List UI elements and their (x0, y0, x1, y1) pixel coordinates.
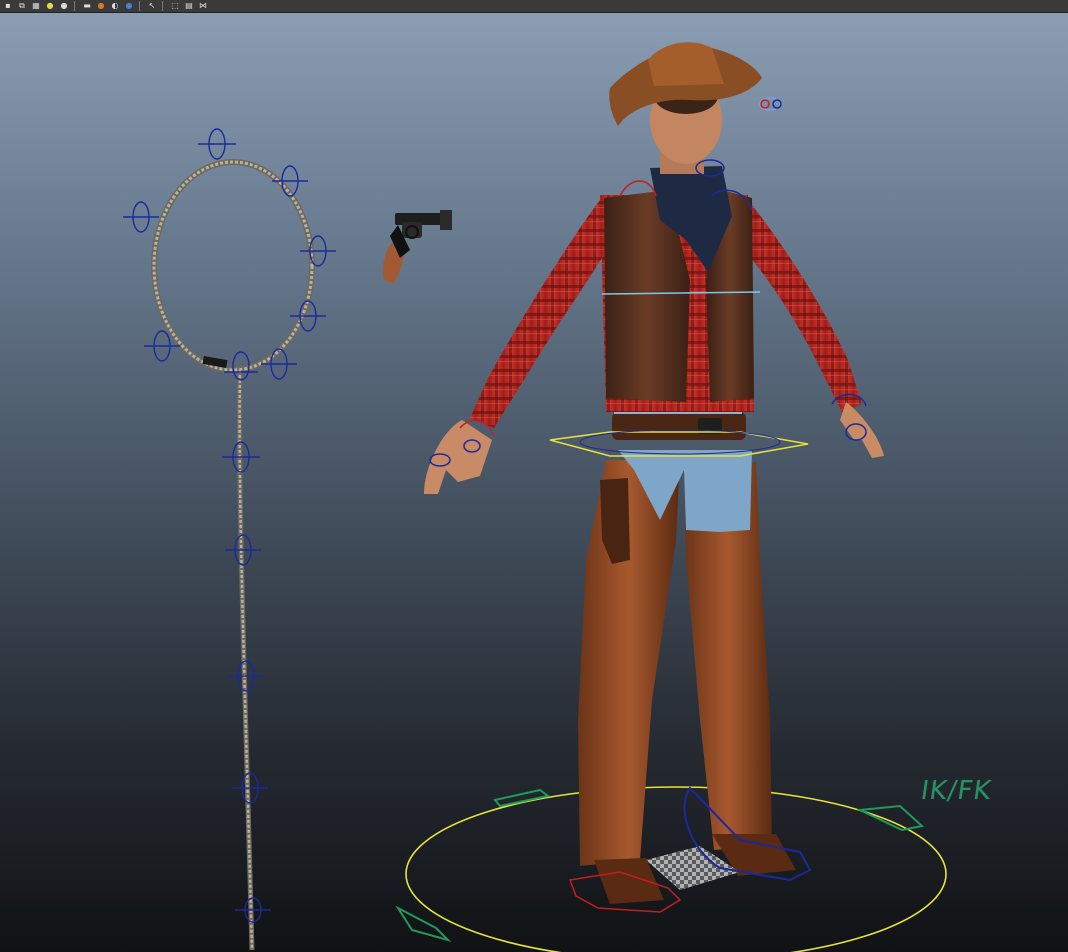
rope-control-3 (123, 201, 159, 233)
layout-icon[interactable]: ▤ (183, 1, 195, 11)
cube-wireframe-icon[interactable]: ⧉ (16, 1, 28, 11)
toolbar-separator (139, 1, 140, 11)
revolver-prop[interactable] (382, 210, 452, 284)
shaded-sphere-icon[interactable]: ● (95, 1, 107, 11)
isolate-select-icon[interactable]: ↖ (146, 1, 158, 11)
viewport-3d[interactable]: ▪ ⧉ ▦ ● ● ▬ ● ◐ ● ↖ ⬚ ▤ ⋈ IK/FK (0, 0, 1068, 952)
cowboy-character[interactable] (424, 42, 884, 904)
grid-cube-icon[interactable]: ⬚ (169, 1, 181, 11)
camera-icon[interactable]: ▬ (81, 1, 93, 11)
rope-control-1 (198, 128, 236, 160)
xray-icon[interactable]: ◐ (109, 1, 121, 11)
select-mode-icon[interactable]: ▪ (2, 1, 14, 11)
toolbar-separator (162, 1, 163, 11)
scene-canvas[interactable] (0, 12, 1068, 952)
ikfk-switch-label[interactable]: IK/FK (919, 776, 994, 806)
default-light-icon[interactable]: ● (58, 1, 70, 11)
smooth-shade-icon[interactable]: ● (123, 1, 135, 11)
share-icon[interactable]: ⋈ (197, 1, 209, 11)
rope-control-4 (300, 235, 336, 267)
toolbar-separator (74, 1, 75, 11)
checker-icon[interactable]: ▦ (30, 1, 42, 11)
lasso-rope[interactable] (151, 159, 315, 951)
light-bulb-icon[interactable]: ● (44, 1, 56, 11)
